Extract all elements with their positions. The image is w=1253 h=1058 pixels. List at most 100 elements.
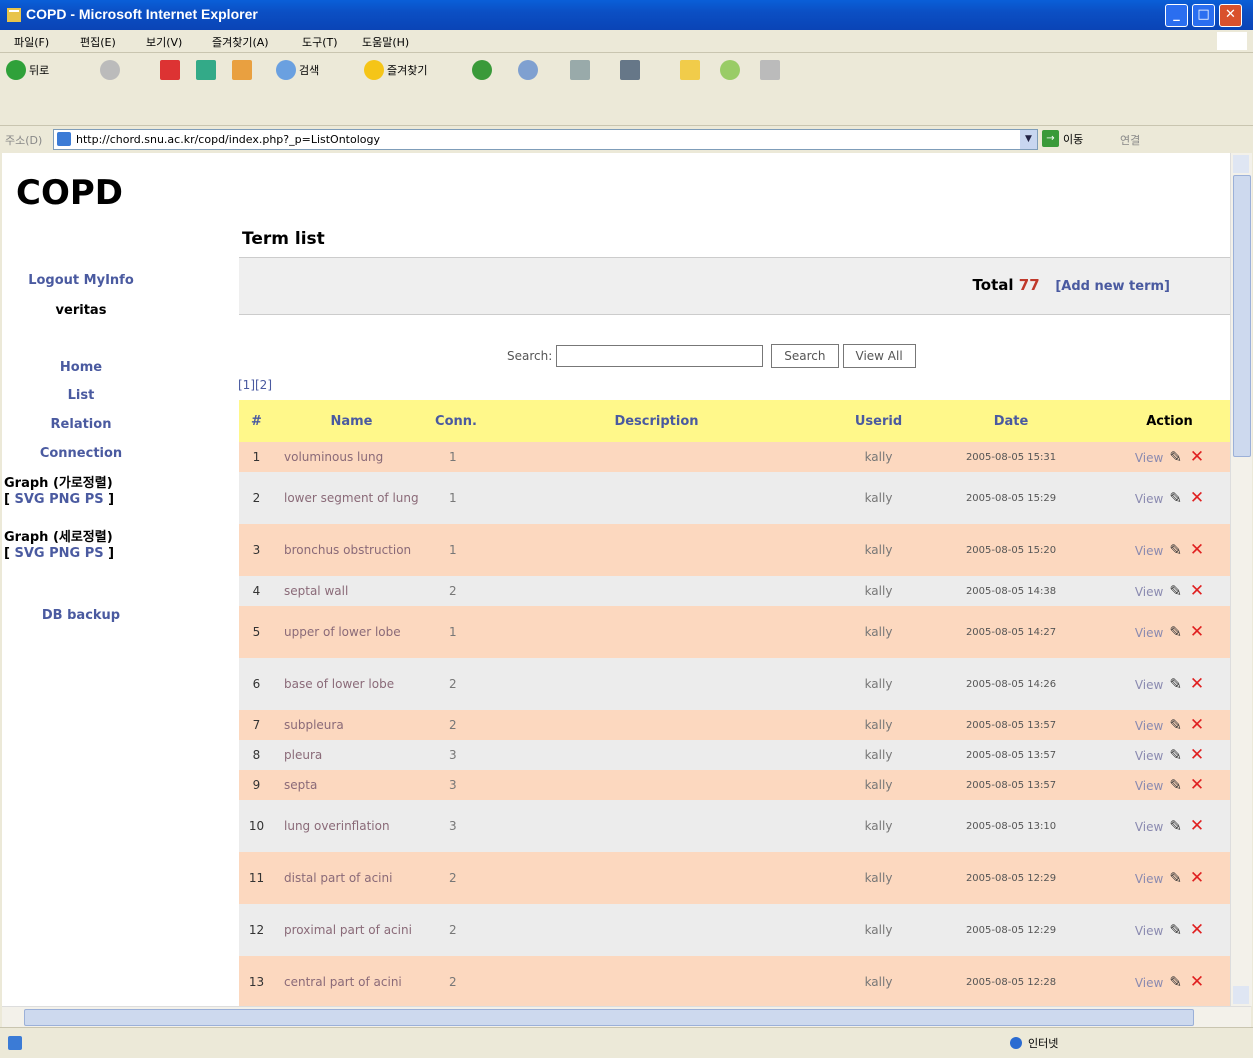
view-link[interactable]: View [1135,779,1163,793]
links-label[interactable]: 연결 [1120,132,1140,148]
col-header-date[interactable]: Date [927,400,1095,442]
col-header-name[interactable]: Name [274,400,429,442]
favorites-button[interactable]: 즐겨찾기 [364,57,427,83]
col-header-userid[interactable]: Userid [830,400,927,442]
messenger-button[interactable] [720,57,743,83]
menu-file[interactable]: 파일(F) [14,34,49,50]
userid-link[interactable]: kally [830,658,927,710]
vertical-scroll-thumb[interactable] [1233,175,1251,457]
term-name-link[interactable]: septal wall [274,576,429,606]
search-button[interactable]: Search [771,344,839,368]
menu-help[interactable]: 도움말(H) [362,34,409,50]
term-name-link[interactable]: distal part of acini [274,852,429,904]
view-link[interactable]: View [1135,626,1163,640]
userid-link[interactable]: kally [830,904,927,956]
view-link[interactable]: View [1135,976,1163,990]
address-dropdown-icon[interactable]: ▼ [1020,130,1037,149]
vertical-scrollbar[interactable] [1230,153,1252,1006]
term-name-link[interactable]: septa [274,770,429,800]
userid-link[interactable]: kally [830,524,927,576]
userid-link[interactable]: kally [830,852,927,904]
term-name-link[interactable]: base of lower lobe [274,658,429,710]
userid-link[interactable]: kally [830,800,927,852]
edit-pencil-icon[interactable]: ✎ [1169,776,1182,794]
edit-pencil-icon[interactable]: ✎ [1169,716,1182,734]
sidebar-item-home[interactable]: Home [16,360,146,375]
home-button[interactable] [232,57,255,83]
delete-x-icon[interactable]: ✕ [1190,581,1204,601]
delete-x-icon[interactable]: ✕ [1190,488,1204,508]
userid-link[interactable]: kally [830,956,927,1006]
userid-link[interactable]: kally [830,606,927,658]
graph-h-png-link[interactable]: PNG [49,492,80,507]
term-name-link[interactable]: upper of lower lobe [274,606,429,658]
term-name-link[interactable]: proximal part of acini [274,904,429,956]
menu-edit[interactable]: 편집(E) [80,34,116,50]
delete-x-icon[interactable]: ✕ [1190,775,1204,795]
userid-link[interactable]: kally [830,472,927,524]
view-link[interactable]: View [1135,719,1163,733]
edit-pencil-icon[interactable]: ✎ [1169,973,1182,991]
logout-link[interactable]: Logout [28,273,79,288]
tools-button[interactable] [760,57,783,83]
edit-pencil-icon[interactable]: ✎ [1169,746,1182,764]
term-name-link[interactable]: lower segment of lung [274,472,429,524]
sidebar-item-db-backup[interactable]: DB backup [16,608,146,623]
stop-button[interactable] [160,57,183,83]
window-title-bar[interactable]: COPD - Microsoft Internet Explorer _ □ ✕ [0,0,1253,30]
view-link[interactable]: View [1135,544,1163,558]
term-name-link[interactable]: bronchus obstruction [274,524,429,576]
address-input[interactable]: http://chord.snu.ac.kr/copd/index.php?_p… [53,129,1038,150]
myinfo-link[interactable]: MyInfo [84,273,134,288]
view-link[interactable]: View [1135,749,1163,763]
delete-x-icon[interactable]: ✕ [1190,920,1204,940]
edit-pencil-icon[interactable]: ✎ [1169,623,1182,641]
search-button[interactable]: 검색 [276,57,319,83]
userid-link[interactable]: kally [830,710,927,740]
menu-tools[interactable]: 도구(T) [302,34,338,50]
graph-v-svg-link[interactable]: SVG [14,546,44,561]
maximize-button[interactable]: □ [1192,4,1215,27]
scroll-up-icon[interactable] [1233,155,1249,173]
back-button[interactable]: 뒤로 [6,57,49,83]
edit-pencil-icon[interactable]: ✎ [1169,489,1182,507]
edit-button[interactable] [620,57,643,83]
graph-h-svg-link[interactable]: SVG [14,492,44,507]
term-name-link[interactable]: subpleura [274,710,429,740]
go-button[interactable]: → 이동 [1042,130,1083,147]
graph-v-ps-link[interactable]: PS [85,546,104,561]
edit-pencil-icon[interactable]: ✎ [1169,921,1182,939]
view-link[interactable]: View [1135,820,1163,834]
term-name-link[interactable]: pleura [274,740,429,770]
view-link[interactable]: View [1135,585,1163,599]
refresh-button[interactable] [196,57,219,83]
edit-pencil-icon[interactable]: ✎ [1169,448,1182,466]
edit-pencil-icon[interactable]: ✎ [1169,817,1182,835]
forward-button[interactable] [100,57,123,83]
delete-x-icon[interactable]: ✕ [1190,715,1204,735]
userid-link[interactable]: kally [830,740,927,770]
folder-button[interactable] [680,57,703,83]
delete-x-icon[interactable]: ✕ [1190,540,1204,560]
mail-button[interactable] [518,57,541,83]
menu-view[interactable]: 보기(V) [146,34,182,50]
view-link[interactable]: View [1135,924,1163,938]
delete-x-icon[interactable]: ✕ [1190,447,1204,467]
term-name-link[interactable]: central part of acini [274,956,429,1006]
delete-x-icon[interactable]: ✕ [1190,972,1204,992]
minimize-button[interactable]: _ [1165,4,1188,27]
term-name-link[interactable]: lung overinflation [274,800,429,852]
term-name-link[interactable]: voluminous lung [274,442,429,472]
edit-pencil-icon[interactable]: ✎ [1169,869,1182,887]
close-button[interactable]: ✕ [1219,4,1242,27]
menu-favorites[interactable]: 즐겨찾기(A) [212,34,269,50]
edit-pencil-icon[interactable]: ✎ [1169,582,1182,600]
sidebar-item-list[interactable]: List [16,388,146,403]
userid-link[interactable]: kally [830,576,927,606]
userid-link[interactable]: kally [830,770,927,800]
delete-x-icon[interactable]: ✕ [1190,622,1204,642]
view-all-button[interactable]: View All [842,344,916,368]
page-link-2[interactable]: [2] [255,378,272,392]
scroll-down-icon[interactable] [1233,986,1249,1004]
view-link[interactable]: View [1135,678,1163,692]
